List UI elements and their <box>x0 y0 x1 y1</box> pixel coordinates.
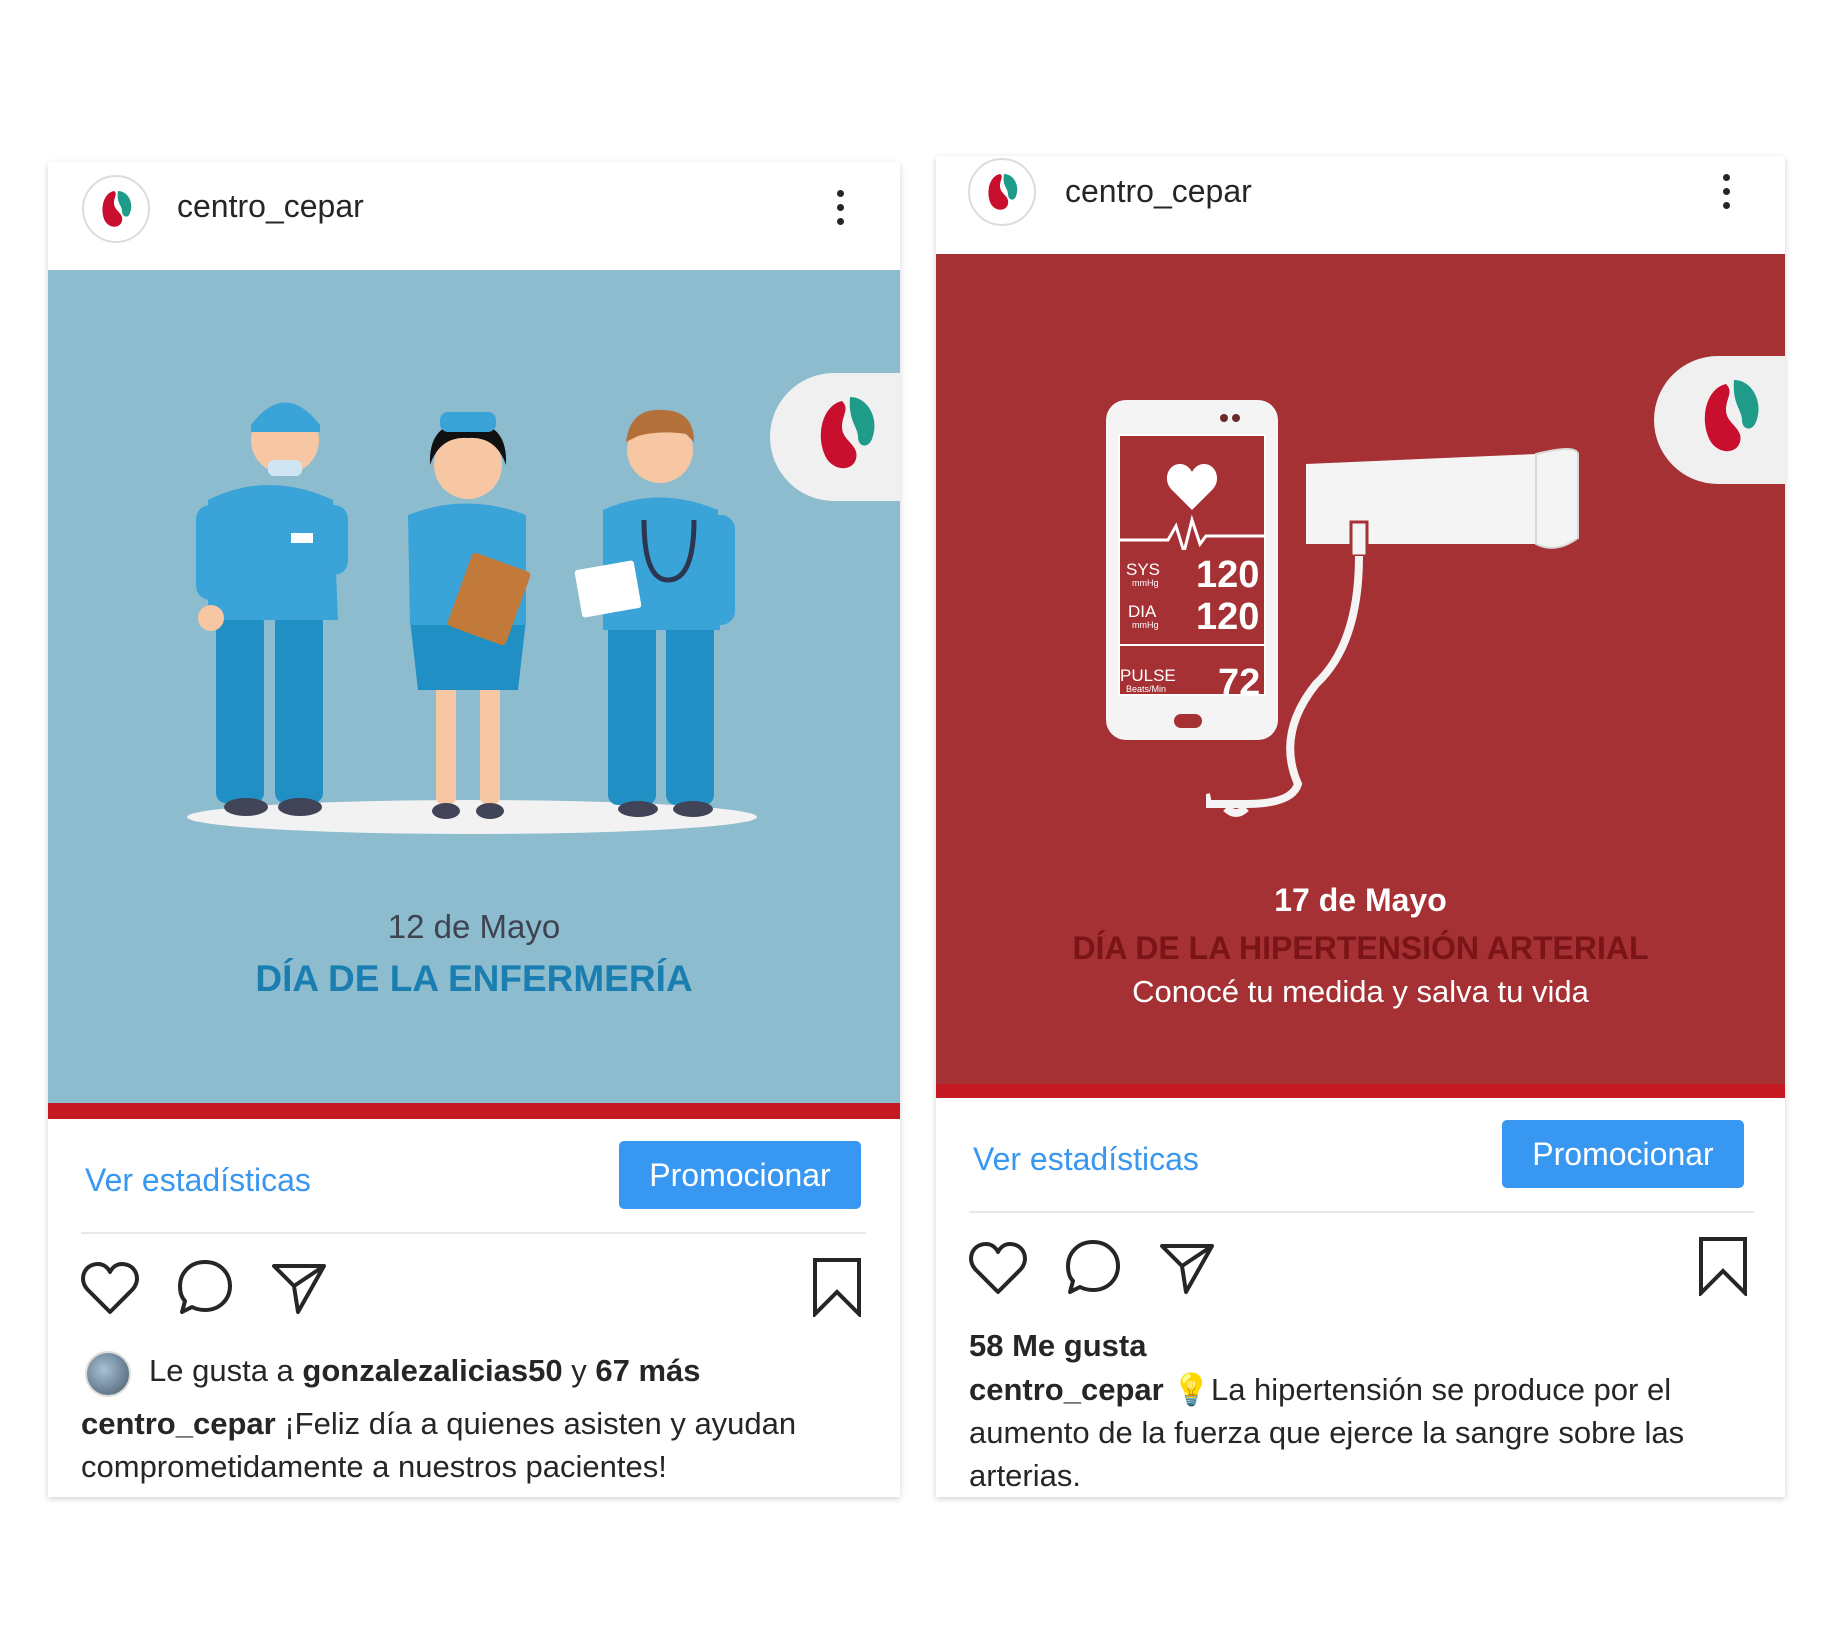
post-image[interactable]: SYS mmHg 120 DIA mmHg 120 PULSE Beats/Mi… <box>936 254 1785 1084</box>
profile-avatar[interactable] <box>968 158 1036 226</box>
image-date: 12 de Mayo <box>387 908 561 945</box>
divider <box>81 1232 866 1234</box>
post-card-nursing-day: centro_cepar 12 de Mayo DÍA DE LA ENFERM… <box>48 162 900 1497</box>
post-username[interactable]: centro_cepar <box>177 188 364 225</box>
cepar-logo-icon <box>988 174 1018 210</box>
pulse-unit: Beats/Min <box>1126 684 1167 694</box>
image-date: 17 de Mayo <box>1274 882 1447 918</box>
post-image[interactable]: 12 de Mayo DÍA DE LA ENFERMERÍA <box>48 270 900 1109</box>
share-icon[interactable] <box>1158 1240 1216 1296</box>
cepar-logo-icon <box>1704 380 1759 452</box>
promote-button[interactable]: Promocionar <box>619 1141 861 1209</box>
share-icon[interactable] <box>270 1260 328 1316</box>
comment-icon[interactable] <box>1064 1238 1122 1296</box>
post-caption: centro_cepar ¡Feliz día a quienes asiste… <box>81 1402 871 1488</box>
view-stats-link[interactable]: Ver estadísticas <box>85 1162 311 1199</box>
comment-icon[interactable] <box>176 1258 234 1316</box>
bookmark-icon[interactable] <box>812 1257 862 1317</box>
liker-avatar[interactable] <box>85 1351 131 1397</box>
more-options-icon[interactable] <box>1718 174 1734 218</box>
heart-icon[interactable] <box>80 1260 140 1316</box>
red-strip <box>48 1103 900 1119</box>
liker-username[interactable]: gonzalezalicias50 <box>302 1353 562 1388</box>
sys-label: SYS <box>1126 560 1161 579</box>
dia-label: DIA <box>1128 602 1157 621</box>
caption-username[interactable]: centro_cepar <box>969 1372 1164 1407</box>
profile-avatar[interactable] <box>82 175 150 243</box>
more-options-icon[interactable] <box>832 190 848 234</box>
likes-summary: Le gusta a gonzalezalicias50 y 67 más <box>149 1353 701 1389</box>
promote-button[interactable]: Promocionar <box>1502 1120 1744 1188</box>
image-title: DÍA DE LA HIPERTENSIÓN ARTERIAL <box>1072 930 1649 966</box>
divider <box>969 1211 1754 1213</box>
red-strip <box>936 1084 1785 1098</box>
likes-more[interactable]: 67 más <box>595 1353 700 1388</box>
post-card-hypertension-day: centro_cepar SYS mmHg 120 DIA mmHg 120 P… <box>936 156 1785 1497</box>
cepar-logo-icon <box>102 191 132 227</box>
bookmark-icon[interactable] <box>1698 1236 1748 1296</box>
post-caption: centro_cepar 💡La hipertensión se produce… <box>969 1368 1759 1497</box>
image-title: DÍA DE LA ENFERMERÍA <box>255 958 693 999</box>
lightbulb-icon: 💡 <box>1172 1372 1211 1407</box>
likes-count[interactable]: 58 Me gusta <box>969 1328 1146 1364</box>
logo-badge <box>1654 356 1785 484</box>
nurses-illustration <box>187 402 757 834</box>
sys-unit: mmHg <box>1132 578 1159 588</box>
likes-connector: y <box>571 1353 587 1388</box>
heart-icon[interactable] <box>968 1240 1028 1296</box>
bp-cuff-illustration <box>1206 448 1579 817</box>
dia-unit: mmHg <box>1132 620 1159 630</box>
view-stats-link[interactable]: Ver estadísticas <box>973 1141 1199 1178</box>
post-username[interactable]: centro_cepar <box>1065 173 1252 210</box>
image-subtitle: Conocé tu medida y salva tu vida <box>1132 974 1589 1009</box>
caption-username[interactable]: centro_cepar <box>81 1406 276 1441</box>
likes-prefix: Le gusta a <box>149 1353 294 1388</box>
pulse-label: PULSE <box>1120 666 1176 685</box>
